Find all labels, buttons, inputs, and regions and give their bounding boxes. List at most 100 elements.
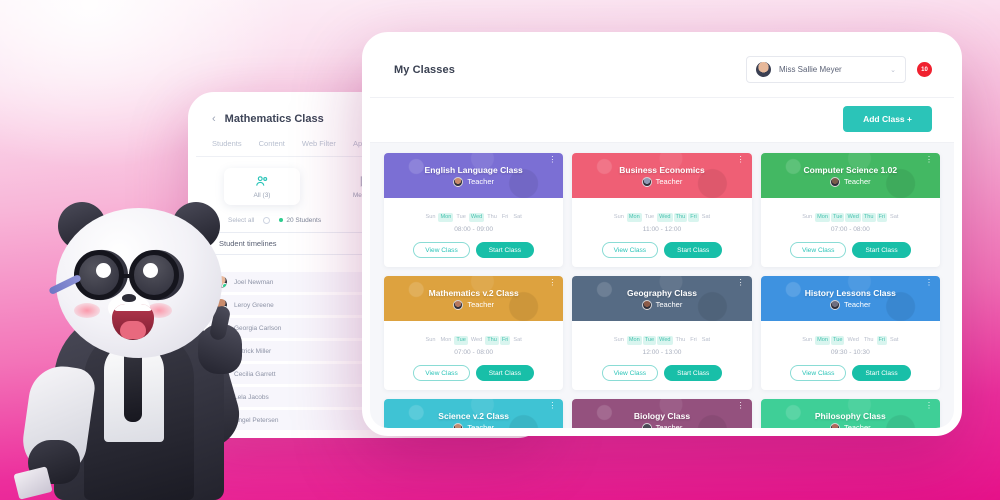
tab-content[interactable]: Content <box>259 139 285 148</box>
class-card[interactable]: ⋮Biology ClassTeacher07:00 - 08:00SunMon… <box>572 399 752 428</box>
day-sun[interactable]: Sun <box>612 213 626 222</box>
class-card[interactable]: ⋮ Mathematics v.2 Class Teacher Sun Mon Tue We… <box>384 276 564 390</box>
day-mon[interactable]: Mon <box>626 335 642 345</box>
view-class-button[interactable]: View Class <box>413 365 470 381</box>
tab-students[interactable]: Students <box>212 139 242 148</box>
day-wed[interactable]: Wed <box>469 336 484 345</box>
day-wed[interactable]: Wed <box>468 212 485 222</box>
class-teacher: Teacher <box>641 422 682 428</box>
avatar <box>641 299 652 310</box>
teacher-label: Teacher <box>843 423 871 428</box>
day-thu[interactable]: Thu <box>861 212 876 222</box>
card-menu-icon[interactable]: ⋮ <box>737 279 745 287</box>
day-tue[interactable]: Tue <box>454 335 468 345</box>
view-class-button[interactable]: View Class <box>601 365 659 381</box>
card-menu-icon[interactable]: ⋮ <box>925 279 933 287</box>
students-count: 20 Students <box>279 217 321 224</box>
day-wed[interactable]: Wed <box>845 212 861 222</box>
card-menu-icon[interactable]: ⋮ <box>737 156 745 164</box>
day-tue[interactable]: Tue <box>643 213 656 222</box>
class-name: English Language Class <box>424 164 523 175</box>
notification-badge[interactable]: 10 <box>917 62 932 77</box>
day-thu[interactable]: Thu <box>485 335 499 345</box>
view-class-button[interactable]: View Class <box>789 365 847 381</box>
day-fri[interactable]: Fri <box>500 213 511 222</box>
add-class-button[interactable]: Add Class + <box>843 106 932 132</box>
day-fri[interactable]: Fri <box>876 335 888 345</box>
day-sat[interactable]: Sat <box>700 213 712 222</box>
card-menu-icon[interactable]: ⋮ <box>737 402 745 410</box>
day-thu[interactable]: Thu <box>674 336 688 345</box>
class-card[interactable]: ⋮ English Language Class Teacher Sun Mon Tue W… <box>384 153 564 267</box>
teacher-label: Teacher <box>467 423 494 428</box>
start-class-button[interactable]: Start Class <box>475 242 535 258</box>
card-menu-icon[interactable]: ⋮ <box>925 156 933 164</box>
class-card[interactable]: ⋮ Geography Class Teacher Sun Mon Tue Wed Thu Fr… <box>572 276 752 390</box>
day-wed[interactable]: Wed <box>657 212 673 222</box>
start-class-button[interactable]: Start Class <box>852 365 911 381</box>
day-mon[interactable]: Mon <box>815 335 831 345</box>
day-fri[interactable]: Fri <box>876 212 888 222</box>
day-fri[interactable]: Fri <box>688 336 699 345</box>
day-sat[interactable]: Sat <box>888 213 900 222</box>
class-schedule: Sun Mon Tue Wed Thu Fri Sat 08:00 - 09:00 <box>384 198 563 238</box>
teacher-label: Teacher <box>467 177 494 186</box>
day-wed[interactable]: Wed <box>845 336 860 345</box>
day-sun[interactable]: Sun <box>800 336 814 345</box>
day-tue[interactable]: Tue <box>831 212 845 222</box>
class-card[interactable]: ⋮ History Lessons Class Teacher Sun Mon Tue We… <box>760 276 940 390</box>
day-sun[interactable]: Sun <box>424 336 438 345</box>
day-mon[interactable]: Mon <box>438 212 454 222</box>
class-card[interactable]: ⋮ Business Economics Teacher Sun Mon Tue Wed Th… <box>572 153 752 267</box>
day-thu[interactable]: Thu <box>862 336 876 345</box>
refresh-icon[interactable] <box>263 217 271 224</box>
class-card[interactable]: ⋮Philosophy ClassTeacher07:00 - 08:00Sun… <box>760 399 940 428</box>
day-mon[interactable]: Mon <box>815 212 831 222</box>
class-card[interactable]: ⋮ Computer Science 1.02 Teacher Sun Mon Tue We… <box>760 153 940 267</box>
card-menu-icon[interactable]: ⋮ <box>548 156 556 164</box>
day-tue[interactable]: Tue <box>454 213 467 222</box>
class-card[interactable]: ⋮Science v.2 ClassTeacherSunMonTueWedThu… <box>384 399 564 428</box>
day-tue[interactable]: Tue <box>831 335 845 345</box>
card-menu-icon[interactable]: ⋮ <box>548 279 556 287</box>
day-wed[interactable]: Wed <box>657 335 673 345</box>
day-sun[interactable]: Sun <box>800 213 814 222</box>
back-arrow-icon[interactable]: ‹ <box>212 113 216 125</box>
view-class-button[interactable]: View Class <box>789 242 847 258</box>
day-sat[interactable]: Sat <box>700 336 712 345</box>
class-teacher: Teacher <box>641 176 682 187</box>
class-time: 07:00 - 08:00 <box>830 226 870 233</box>
start-class-button[interactable]: Start Class <box>664 242 723 258</box>
avatar <box>829 299 840 310</box>
card-menu-icon[interactable]: ⋮ <box>548 402 556 410</box>
day-sun[interactable]: Sun <box>612 336 626 345</box>
back-tablet-title: Mathematics Class <box>224 113 324 125</box>
day-mon[interactable]: Mon <box>626 212 642 222</box>
class-card-hero: ⋮ Mathematics v.2 Class Teacher <box>384 276 564 321</box>
teacher-label: Teacher <box>467 300 494 309</box>
day-selector: Sun Mon Tue Wed Thu Fri Sat <box>424 212 524 222</box>
day-fri[interactable]: Fri <box>688 212 699 222</box>
day-sun[interactable]: Sun <box>424 213 438 222</box>
day-mon[interactable]: Mon <box>438 336 453 345</box>
avatar <box>829 176 840 187</box>
day-thu[interactable]: Thu <box>673 212 688 222</box>
day-tue[interactable]: Tue <box>642 335 657 345</box>
class-teacher: Teacher <box>453 299 494 310</box>
day-thu[interactable]: Thu <box>485 213 499 222</box>
view-class-button[interactable]: View Class <box>601 242 659 258</box>
tab-web-filter[interactable]: Web Filter <box>302 139 336 148</box>
start-class-button[interactable]: Start Class <box>852 242 911 258</box>
day-sat[interactable]: Sat <box>511 213 523 222</box>
class-name: Science v.2 Class <box>438 410 510 421</box>
start-class-button[interactable]: Start Class <box>664 365 723 381</box>
card-menu-icon[interactable]: ⋮ <box>925 402 933 410</box>
day-sat[interactable]: Sat <box>511 336 523 345</box>
start-class-button[interactable]: Start Class <box>475 365 535 381</box>
day-fri[interactable]: Fri <box>499 335 511 345</box>
class-card-actions: View Class Start Class <box>384 238 563 267</box>
day-sat[interactable]: Sat <box>888 336 900 345</box>
user-select[interactable]: Miss Sallie Meyer ⌄ <box>746 56 906 83</box>
view-class-button[interactable]: View Class <box>413 242 470 258</box>
class-teacher: Teacher <box>829 299 871 310</box>
